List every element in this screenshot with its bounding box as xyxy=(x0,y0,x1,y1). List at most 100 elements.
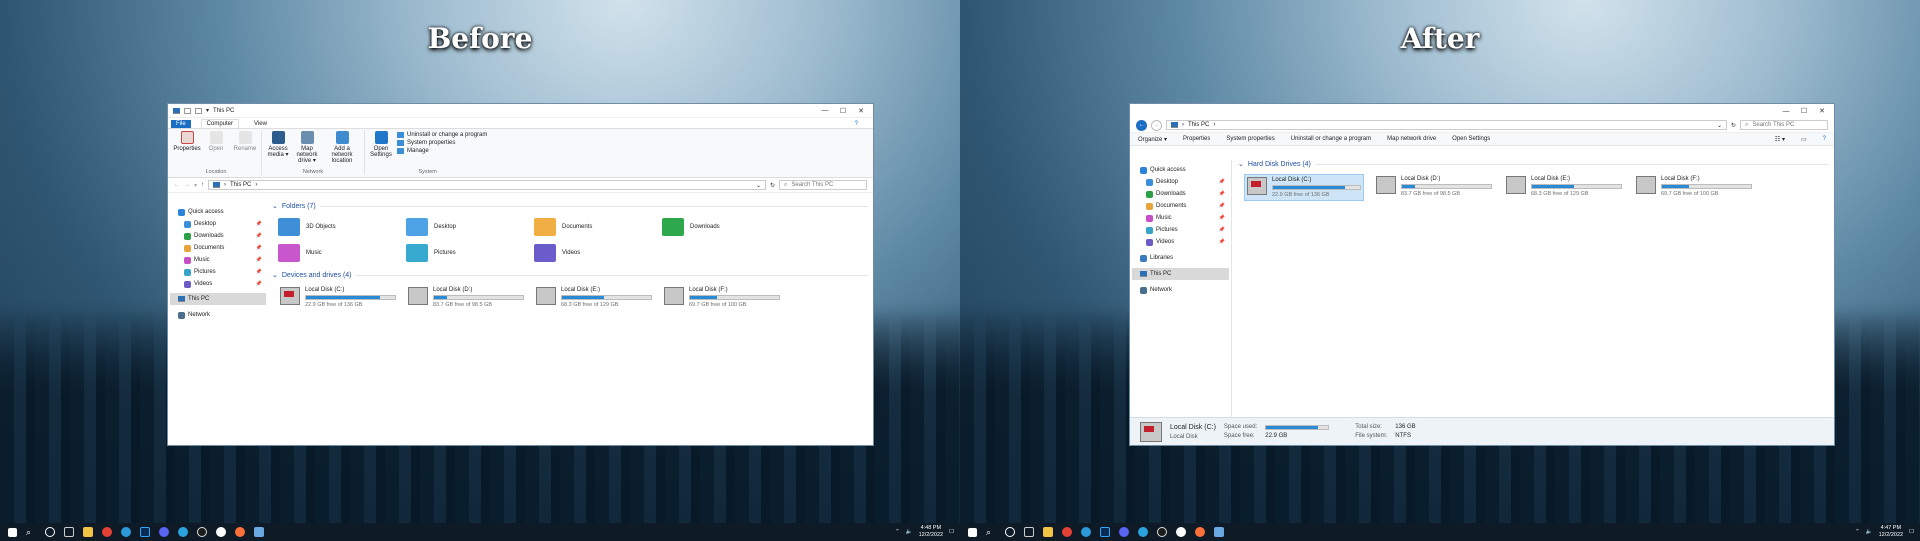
maximize-button[interactable]: ☐ xyxy=(1797,107,1811,115)
uninstall-program-button[interactable]: Uninstall or change a program xyxy=(1291,136,1371,142)
nav-downloads[interactable]: Downloads 📌 xyxy=(1132,188,1229,200)
nav-this-pc[interactable]: This PC xyxy=(170,293,266,305)
task-view-icon[interactable] xyxy=(1024,527,1034,537)
rename-button[interactable]: Rename xyxy=(232,131,258,169)
tab-computer[interactable]: Computer xyxy=(200,119,240,128)
properties-button[interactable]: Properties xyxy=(173,131,201,169)
nav-network[interactable]: Network xyxy=(1132,284,1229,296)
nav-pictures[interactable]: Pictures 📌 xyxy=(170,266,266,278)
system-properties-button[interactable]: System properties xyxy=(1226,136,1274,142)
pin-icon[interactable]: 📌 xyxy=(1219,179,1225,185)
drive-e[interactable]: Local Disk (E:) 68.3 GB free of 129 GB xyxy=(534,285,654,310)
firefox-icon[interactable] xyxy=(235,527,245,537)
chevron-up-icon[interactable]: ⌃ xyxy=(895,529,900,535)
folder-music[interactable]: Music xyxy=(278,243,406,263)
pin-icon[interactable]: 📌 xyxy=(1219,215,1225,221)
pin-icon[interactable]: 📌 xyxy=(256,245,262,251)
notification-icon[interactable]: ☐ xyxy=(1909,529,1914,535)
maximize-button[interactable]: ☐ xyxy=(836,107,850,115)
task-view-icon[interactable] xyxy=(64,527,74,537)
cortana-icon[interactable] xyxy=(1005,527,1015,537)
breadcrumb[interactable]: This PC xyxy=(230,182,251,188)
up-icon[interactable]: ↑ xyxy=(201,182,204,188)
help-icon[interactable]: ? xyxy=(1823,136,1826,142)
search-input[interactable]: ⌕ Search This PC xyxy=(1740,120,1828,130)
chrome-icon[interactable] xyxy=(102,527,112,537)
steam-icon[interactable] xyxy=(1157,527,1167,537)
pin-icon[interactable]: 📌 xyxy=(1219,227,1225,233)
nav-pictures[interactable]: Pictures 📌 xyxy=(1132,224,1229,236)
cortana-icon[interactable] xyxy=(45,527,55,537)
nav-quick-access[interactable]: Quick access xyxy=(1132,164,1229,176)
volume-icon[interactable]: 🔈 xyxy=(1866,529,1873,535)
preview-pane-icon[interactable]: ▭ xyxy=(1801,136,1807,143)
app-icon[interactable] xyxy=(1214,527,1224,537)
close-button[interactable]: ✕ xyxy=(854,107,868,115)
pin-icon[interactable]: 📌 xyxy=(1219,191,1225,197)
drive-c[interactable]: Local Disk (C:) 22.9 GB free of 136 GB xyxy=(278,285,398,310)
minimize-button[interactable]: — xyxy=(818,107,832,114)
drive-d[interactable]: Local Disk (D:) 83.7 GB free of 98.5 GB xyxy=(406,285,526,310)
settings-icon[interactable] xyxy=(1176,527,1186,537)
nav-desktop[interactable]: Desktop 📌 xyxy=(1132,176,1229,188)
pin-icon[interactable]: 📌 xyxy=(256,233,262,239)
nav-documents[interactable]: Documents 📌 xyxy=(170,242,266,254)
back-icon[interactable]: ← xyxy=(1136,119,1147,131)
access-media-button[interactable]: Access media ▾ xyxy=(265,131,291,169)
file-explorer-icon[interactable] xyxy=(83,527,93,537)
discord-icon[interactable] xyxy=(159,527,169,537)
folders-section-header[interactable]: ⌄ Folders (7) xyxy=(272,202,868,211)
quick-access-dropdown-icon[interactable]: ▾ xyxy=(206,107,209,114)
volume-icon[interactable]: 🔈 xyxy=(906,529,913,535)
refresh-icon[interactable]: ↻ xyxy=(770,182,775,189)
pin-icon[interactable]: 📌 xyxy=(1219,203,1225,209)
address-bar[interactable]: › This PC › ⌄ xyxy=(208,180,766,190)
telegram-icon[interactable] xyxy=(1138,527,1148,537)
breadcrumb[interactable]: This PC xyxy=(1188,122,1209,128)
search-icon[interactable]: ⌕ xyxy=(986,527,996,537)
open-settings-button[interactable]: Open Settings xyxy=(1452,136,1490,142)
folder-3d-objects[interactable]: 3D Objects xyxy=(278,217,406,237)
recent-dropdown-icon[interactable]: ▾ xyxy=(194,182,197,189)
nav-quick-access[interactable]: Quick access xyxy=(170,206,266,218)
new-folder-quick-icon[interactable] xyxy=(195,107,202,114)
system-properties-link[interactable]: System properties xyxy=(397,140,487,146)
folder-desktop[interactable]: Desktop xyxy=(406,217,534,237)
folder-videos[interactable]: Videos xyxy=(534,243,662,263)
edge-icon[interactable] xyxy=(1081,527,1091,537)
pin-icon[interactable]: 📌 xyxy=(256,269,262,275)
nav-music[interactable]: Music 📌 xyxy=(170,254,266,266)
organize-button[interactable]: Organize ▾ xyxy=(1138,136,1167,143)
steam-icon[interactable] xyxy=(197,527,207,537)
photoshop-icon[interactable] xyxy=(1100,527,1110,537)
pin-icon[interactable]: 📌 xyxy=(1219,239,1225,245)
start-button[interactable] xyxy=(968,527,977,537)
nav-videos[interactable]: Videos 📌 xyxy=(170,278,266,290)
pin-icon[interactable]: 📌 xyxy=(256,221,262,227)
forward-icon[interactable]: → xyxy=(184,182,190,188)
back-icon[interactable]: ← xyxy=(174,182,180,188)
settings-icon[interactable] xyxy=(216,527,226,537)
map-network-drive-button[interactable]: Map network drive ▾ xyxy=(294,131,320,169)
search-input[interactable]: ⌕ Search This PC xyxy=(779,180,867,190)
photoshop-icon[interactable] xyxy=(140,527,150,537)
clock[interactable]: 4:48 PM 12/2/2022 xyxy=(919,525,943,539)
close-button[interactable]: ✕ xyxy=(1815,107,1829,115)
drives-section-header[interactable]: ⌄ Hard Disk Drives (4) xyxy=(1238,160,1828,169)
firefox-icon[interactable] xyxy=(1195,527,1205,537)
nav-music[interactable]: Music 📌 xyxy=(1132,212,1229,224)
drive-c[interactable]: Local Disk (C:) 22.9 GB free of 136 GB xyxy=(1244,174,1364,201)
properties-button[interactable]: Properties xyxy=(1183,136,1210,142)
properties-quick-icon[interactable] xyxy=(184,107,191,114)
open-button[interactable]: Open xyxy=(203,131,229,169)
open-settings-button[interactable]: Open Settings xyxy=(368,131,394,169)
nav-libraries[interactable]: Libraries xyxy=(1132,252,1229,264)
address-dropdown-icon[interactable]: ⌄ xyxy=(1717,122,1722,129)
file-explorer-icon[interactable] xyxy=(1043,527,1053,537)
discord-icon[interactable] xyxy=(1119,527,1129,537)
add-network-location-button[interactable]: Add a network location xyxy=(323,131,361,169)
view-options-icon[interactable]: ☷ ▾ xyxy=(1775,136,1785,143)
nav-this-pc[interactable]: This PC xyxy=(1132,268,1229,280)
pin-icon[interactable]: 📌 xyxy=(256,257,262,263)
nav-downloads[interactable]: Downloads 📌 xyxy=(170,230,266,242)
